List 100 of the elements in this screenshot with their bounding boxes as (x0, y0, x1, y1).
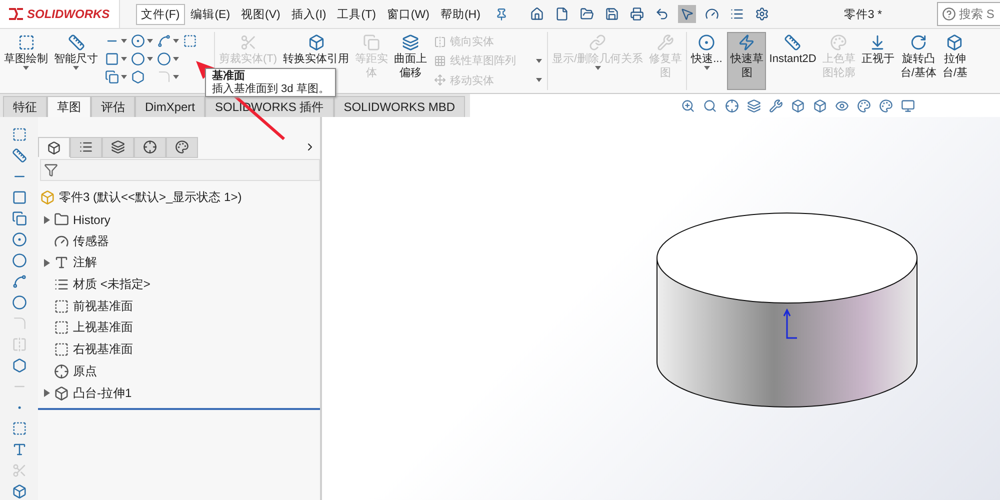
expand-arrow-icon[interactable] (44, 216, 50, 224)
ribbon-button[interactable]: 曲面上 偏移 (391, 32, 430, 90)
ellipse-icon[interactable] (12, 295, 26, 310)
palette-icon[interactable] (857, 98, 871, 112)
lightning-icon (738, 34, 756, 51)
command-tab[interactable]: 评估 (91, 96, 135, 117)
panel-tab[interactable] (70, 136, 102, 158)
sketch-tool-button[interactable] (157, 34, 179, 48)
menu-item[interactable]: 窗口(W) (382, 4, 434, 24)
sketch-tool-button[interactable] (157, 52, 179, 66)
menu-item[interactable]: 视图(V) (236, 4, 286, 24)
move-icon (434, 74, 446, 86)
ruler-icon (68, 34, 84, 51)
cube-icon (308, 34, 325, 51)
command-tab[interactable]: SOLIDWORKS MBD (334, 96, 466, 117)
search-field[interactable]: 搜索 S (937, 2, 1000, 26)
ribbon-button[interactable]: 正视于 (858, 32, 898, 90)
menu-item[interactable]: 工具(T) (332, 4, 381, 24)
target-icon (698, 34, 716, 51)
tree-item[interactable]: 注解 (73, 254, 97, 272)
cube-icon[interactable] (813, 98, 827, 112)
caret-icon[interactable] (173, 39, 179, 43)
panel-tab[interactable] (38, 137, 70, 157)
filter-field[interactable] (40, 159, 320, 181)
expand-arrow-icon[interactable] (44, 258, 50, 267)
ribbon-button[interactable]: 快速... (688, 32, 726, 90)
help-icon (942, 7, 956, 21)
crosshair-icon (143, 140, 157, 154)
caret-icon[interactable] (73, 66, 79, 70)
crosshair-icon[interactable] (725, 98, 739, 112)
plane-icon (54, 298, 69, 314)
circle-icon[interactable] (12, 232, 26, 247)
tree-item[interactable]: 凸台-拉伸1 (73, 384, 132, 402)
ribbon-button[interactable]: 旋转凸 台/基体 (897, 32, 940, 90)
command-tab[interactable]: 草图 (47, 96, 91, 117)
sketch-tool-button[interactable] (105, 52, 127, 66)
menu-item[interactable]: 插入(I) (286, 4, 332, 24)
caret-icon[interactable] (121, 57, 127, 61)
ruler-icon[interactable] (12, 148, 26, 163)
list-icon (79, 140, 93, 154)
caret-icon[interactable] (173, 57, 179, 61)
tree-item[interactable]: 上视基准面 (73, 319, 133, 336)
plane-icon (183, 34, 197, 48)
folder-icon (54, 212, 69, 228)
rotate-icon (910, 34, 927, 51)
tree-item[interactable]: 传感器 (73, 232, 109, 250)
ribbon-button[interactable]: 智能尺寸 (51, 32, 101, 90)
ribbon-button[interactable]: 快速草 图 (727, 32, 766, 90)
panel-tab[interactable] (102, 136, 134, 158)
search-icon[interactable] (703, 98, 717, 112)
caret-icon[interactable] (121, 39, 127, 43)
zoom-icon[interactable] (681, 98, 695, 112)
spline-icon[interactable] (12, 274, 26, 289)
wrench-icon[interactable] (769, 98, 783, 112)
tree-item[interactable]: 材质 <未指定> (73, 276, 150, 294)
crosshair-icon (54, 364, 69, 379)
ribbon-button[interactable]: Instant2D (766, 32, 820, 90)
text-icon[interactable] (12, 442, 26, 457)
sketch-tool-button[interactable] (131, 34, 153, 48)
scissors-icon (240, 34, 257, 51)
monitor-icon[interactable] (901, 98, 915, 112)
rectangle-icon[interactable] (12, 190, 26, 205)
caret-icon[interactable] (704, 66, 710, 70)
sketch-tool-button[interactable] (131, 70, 145, 84)
menu-item[interactable]: 文件(F) (136, 4, 185, 24)
menu-item[interactable]: 帮助(H) (435, 4, 486, 24)
polygon-icon[interactable] (12, 358, 26, 373)
sketch-icon[interactable] (12, 127, 26, 142)
tree-item[interactable]: 右视基准面 (73, 341, 133, 358)
menu-item[interactable]: 编辑(E) (186, 4, 236, 24)
arc-icon[interactable] (12, 253, 26, 268)
panel-tab[interactable] (166, 136, 198, 158)
expand-arrow-icon[interactable] (44, 389, 50, 398)
tooltip-title: 基准面 (212, 70, 246, 82)
cube-icon[interactable] (12, 484, 26, 499)
eye-icon[interactable] (835, 98, 849, 112)
command-tab[interactable]: 特征 (3, 96, 47, 117)
tooltip-text: 插入基准面到 3d 草图。 (212, 82, 330, 95)
caret-icon[interactable] (121, 75, 127, 79)
caret-icon[interactable] (147, 39, 153, 43)
caret-icon[interactable] (147, 57, 153, 61)
slot-icon[interactable] (12, 211, 26, 226)
caret-icon[interactable] (23, 66, 29, 70)
plane-icon[interactable] (12, 421, 26, 436)
ribbon-button[interactable]: 草图绘制 (1, 32, 51, 90)
tree-item[interactable]: 原点 (73, 362, 97, 380)
command-tab[interactable]: DimXpert (135, 96, 206, 117)
pin-icon[interactable] (495, 8, 508, 20)
ribbon-button[interactable]: 拉伸 台/基 (939, 32, 970, 90)
sketch-tool-button[interactable] (183, 34, 197, 48)
tree-item[interactable]: 前视基准面 (73, 298, 133, 315)
panel-tab[interactable] (134, 136, 166, 158)
tree-root[interactable]: 零件3 (默认<<默认>_显示状态 1>) (59, 189, 242, 206)
layers-icon[interactable] (747, 98, 761, 112)
cube-icon[interactable] (791, 98, 805, 112)
palette-icon[interactable] (879, 98, 893, 112)
part-icon (40, 190, 55, 206)
sketch-tool-button[interactable] (131, 52, 153, 66)
sketch-tool-button[interactable] (105, 70, 127, 84)
tree-item[interactable]: History (73, 212, 110, 227)
